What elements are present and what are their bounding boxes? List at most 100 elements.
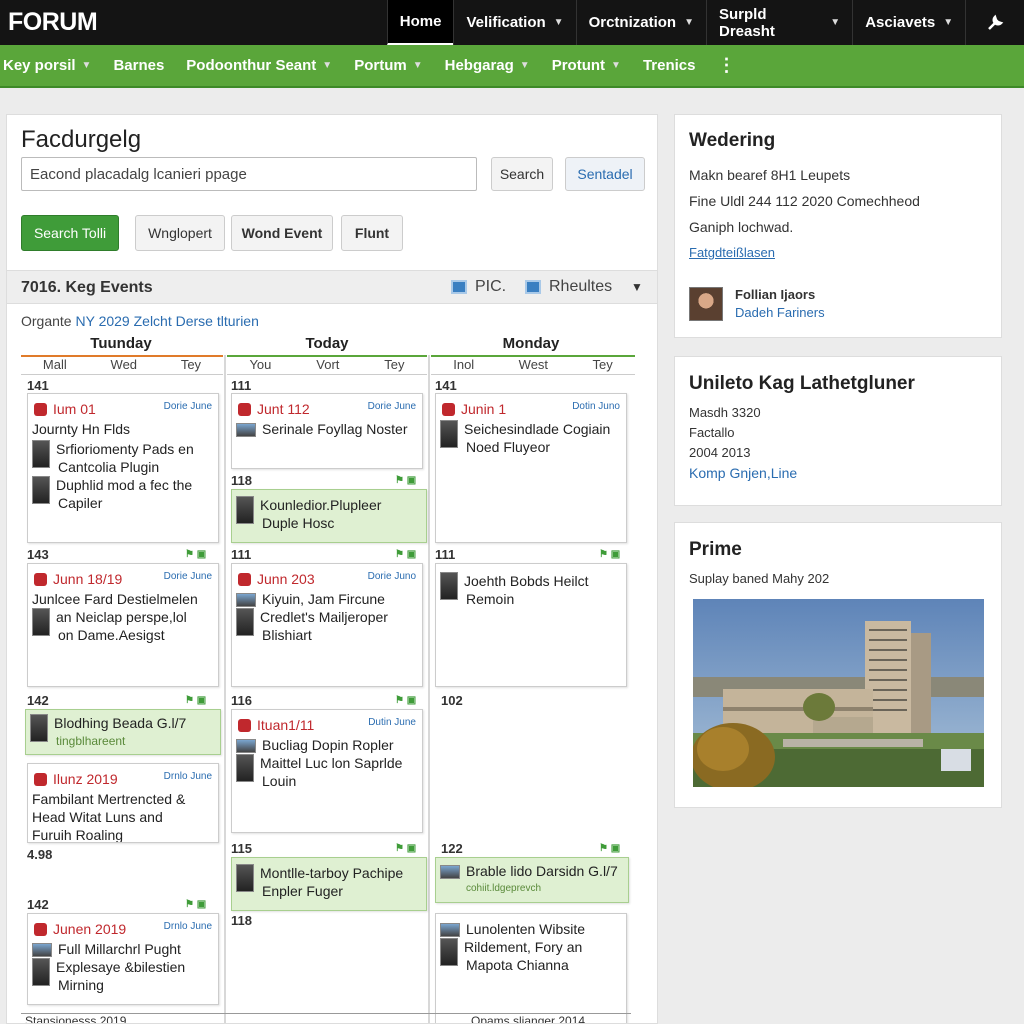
cat-label: Portum <box>354 57 407 74</box>
chevron-down-icon: ▼ <box>684 17 694 28</box>
event-card[interactable]: Joehth Bobds Heilct Remoin <box>435 563 627 687</box>
search-input[interactable] <box>21 157 477 191</box>
campus-building-image[interactable] <box>693 599 984 787</box>
event-card[interactable]: Dorie June Ium 01 Journty Hn Flds Srfior… <box>27 393 219 543</box>
nav-orctnization-label: Orctnization <box>588 14 677 31</box>
weekday: Tey <box>384 357 405 372</box>
event-tag: Drnlo June <box>163 771 212 782</box>
event-card[interactable]: Brable lido Darsidn G.l/7 cohiit.ldgepre… <box>435 857 629 903</box>
tools-icon[interactable] <box>965 0 1024 45</box>
event-line: Srfioriomenty Pads en <box>56 441 194 457</box>
date-number: 111 <box>231 378 252 393</box>
organte-link[interactable]: NY 2029 Zelcht Derse tlturien <box>75 313 258 329</box>
event-card[interactable]: Montlle-tarboy Pachipe Enpler Fuger <box>231 857 427 911</box>
event-card[interactable]: Lunolenten Wibsite Rildement, Fory an Ma… <box>435 913 627 1023</box>
event-line: Lunolenten Wibsite <box>466 921 586 937</box>
event-card[interactable]: Dotin Juno Junin 1 Seichesindlade Cogiai… <box>435 393 627 543</box>
author-link[interactable]: Dadeh Fariners <box>735 305 825 320</box>
event-line: Head Witat Luns and <box>32 809 163 825</box>
event-line: Maittel Luc lon Saprlde <box>260 755 403 771</box>
cat-protunt[interactable]: Protunt ▼ <box>552 57 621 74</box>
thumbnail <box>440 923 460 938</box>
event-line: Serinale Foyllag Noster <box>262 421 408 437</box>
event-line: Journty Hn Flds <box>32 421 131 437</box>
weekday: Tey <box>592 357 613 372</box>
event-date: Junin 1 <box>461 401 507 417</box>
search-button[interactable]: Search <box>491 157 553 191</box>
card-link[interactable]: Komp Gnjen,Line <box>689 465 797 481</box>
event-icon <box>34 573 47 586</box>
event-tag: Dorie June <box>163 571 212 582</box>
event-line: Brable lido Darsidn G.l/7 <box>466 863 618 879</box>
chevron-down-icon: ▼ <box>553 17 564 28</box>
wond-event-button[interactable]: Wond Event <box>231 215 333 251</box>
chevron-down-icon: ▼ <box>412 60 423 71</box>
event-card[interactable]: Dorie June Junt 112 Serinale Foyllag Nos… <box>231 393 423 469</box>
event-icon <box>238 573 251 586</box>
event-line: Joehth Bobds Heilct <box>464 573 589 589</box>
event-card[interactable]: Dutin June Ituan1/11 Bucliag Dopin Rople… <box>231 709 423 833</box>
event-line: Mirning <box>58 977 104 993</box>
cat-hebgarag[interactable]: Hebgarag ▼ <box>445 57 530 74</box>
column-title: Tuunday <box>90 335 152 352</box>
event-tag: Dorie Juno <box>367 571 416 582</box>
prime-card: Prime Suplay baned Mahy 202 <box>674 522 1002 808</box>
cat-barnes[interactable]: Barnes <box>113 57 164 74</box>
avatar <box>236 608 254 636</box>
date-number: 142 <box>27 897 49 912</box>
flunt-button[interactable]: Flunt <box>341 215 403 251</box>
event-date: Ilunz 2019 <box>53 771 118 787</box>
cat-key-porsil[interactable]: Key porsil ▼ <box>3 57 91 74</box>
event-card[interactable]: Blodhing Beada G.l/7 tingblhareent <box>25 709 221 755</box>
chevron-down-icon: ▼ <box>81 60 92 71</box>
event-card[interactable]: Kounledior.Plupleer Duple Hosc <box>231 489 427 543</box>
nav-surpld-dreasht[interactable]: Surpld Dreasht ▼ <box>706 0 852 45</box>
chevron-down-icon: ▼ <box>519 60 530 71</box>
date-number: 141 <box>27 378 49 393</box>
results-toggle[interactable]: Rheultes <box>525 278 612 296</box>
cat-portum[interactable]: Portum ▼ <box>354 57 422 74</box>
event-card[interactable]: Dorie June Junn 18/19 Junlcee Fard Desti… <box>27 563 219 687</box>
cat-podoonthur-seant[interactable]: Podoonthur Seant ▼ <box>186 57 332 74</box>
nav-velification[interactable]: Velification ▼ <box>453 0 575 45</box>
page-title: Facdurgelg <box>21 126 142 153</box>
event-line: Credlet's Mailjeroper <box>260 609 388 625</box>
more-vertical-icon[interactable]: ⋮ <box>717 55 735 76</box>
events-header: 7016. Keg Events PIC. Rheultes ▼ <box>7 270 657 304</box>
nav-asciavets[interactable]: Asciavets ▼ <box>852 0 965 45</box>
event-line: Enpler Fuger <box>262 883 343 899</box>
avatar[interactable] <box>689 287 723 321</box>
cat-label: Hebgarag <box>444 57 514 74</box>
avatar <box>30 714 48 742</box>
avatar <box>440 572 458 600</box>
event-line: Blodhing Beada G.l/7 <box>54 715 187 731</box>
sentadel-button[interactable]: Sentadel <box>565 157 645 191</box>
forum-logo[interactable]: FORUM <box>0 8 387 37</box>
flag-icons: ⚑ ▣ <box>185 549 207 560</box>
avatar <box>440 938 458 966</box>
event-card[interactable]: Dorie Juno Junn 203 Kiyuin, Jam Fircune … <box>231 563 423 687</box>
calendar-footer: Stansionesss 2019 Opams slianger 2014 <box>21 1013 631 1023</box>
nav-orctnization[interactable]: Orctnization ▼ <box>575 0 706 45</box>
cat-label: Trenics <box>642 57 696 74</box>
search-tolli-button[interactable]: Search Tolli <box>21 215 119 251</box>
chevron-down-icon: ▼ <box>611 60 621 71</box>
card-link[interactable]: Fatgdteißlasen <box>689 245 775 260</box>
weekday: You <box>249 357 272 372</box>
pic-label: PIC. <box>475 278 507 295</box>
event-card[interactable]: Drnlo June Junen 2019 Full Millarchrl Pu… <box>27 913 219 1005</box>
author-name[interactable]: Follian Ijaors <box>735 287 815 302</box>
pic-toggle[interactable]: PIC. <box>451 278 506 296</box>
card-line: Makn bearef 8H1 Leupets <box>689 167 851 183</box>
nav-home[interactable]: Home <box>386 0 454 45</box>
card-subtitle: Suplay baned Mahy 202 <box>689 571 830 586</box>
chevron-down-icon[interactable]: ▼ <box>631 280 643 294</box>
nav-surpld-label: Surpld Dreasht <box>719 5 775 40</box>
date-number: 142 <box>27 693 49 708</box>
event-line: Mapota Chianna <box>466 957 569 973</box>
wnglopert-button[interactable]: Wnglopert <box>135 215 225 251</box>
top-nav: Home Velification ▼ Orctnization ▼ Surpld … <box>386 0 1024 45</box>
cat-trenics[interactable]: Trenics <box>643 57 696 74</box>
event-card[interactable]: Drnlo June Ilunz 2019 Fambilant Mertrenc… <box>27 763 219 843</box>
flag-icons: ⚑ ▣ <box>599 843 621 854</box>
